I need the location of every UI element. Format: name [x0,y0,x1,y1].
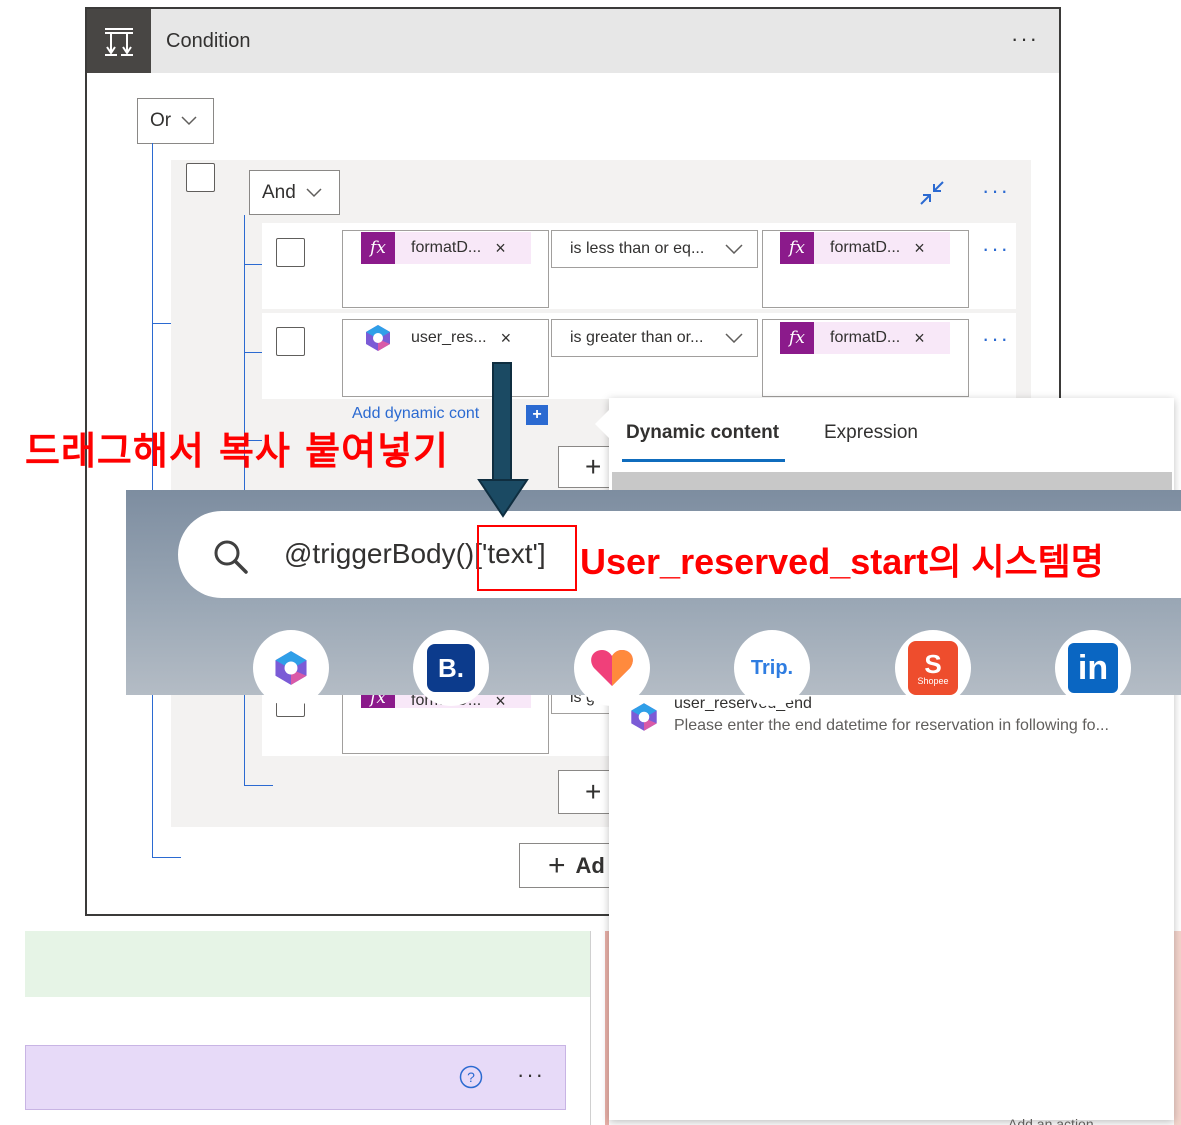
condition-title: Condition [166,30,251,52]
copilot-app-icon[interactable] [253,630,329,706]
heart-icon [591,650,633,686]
and-dropdown[interactable]: And [249,170,340,215]
operator-label: is less than or eq... [570,240,705,257]
row-menu[interactable]: ··· [982,238,1010,260]
remove-token-icon[interactable]: × [501,328,512,349]
down-arrow-icon [477,362,529,518]
token-label: formatD... [411,239,482,256]
operator-select[interactable]: is greater than or... [551,319,758,357]
dynamic-token[interactable]: user_res... × [361,322,531,354]
booking-app-icon[interactable]: B. [413,630,489,706]
panel-pointer [595,410,609,438]
remove-token-icon[interactable]: × [914,238,925,259]
add-action-link[interactable]: Add an action [1008,1113,1094,1125]
action-menu[interactable]: ··· [517,1064,545,1086]
help-icon[interactable]: ? [459,1065,483,1089]
tree-connector [152,857,181,858]
fx-icon: fx [780,232,814,264]
chevron-down-icon [725,333,743,343]
chevron-down-icon [181,116,197,126]
tab-expression[interactable]: Expression [824,422,918,444]
expression-token[interactable]: fx formatD... × [780,322,950,354]
svg-text:?: ? [467,1069,475,1085]
expression-token[interactable]: fx formatD... × [780,232,950,264]
add-button[interactable]: + Ad [519,843,619,888]
active-tab-indicator [622,459,785,462]
trip-app-label: Trip. [750,656,794,679]
or-label: Or [150,110,172,131]
group-checkbox[interactable] [186,163,215,192]
tree-connector [244,264,262,265]
action-card[interactable] [25,1045,566,1110]
token-label: formatD... [830,329,901,346]
operator-select[interactable]: is less than or eq... [551,230,758,268]
fx-icon: fx [780,322,814,354]
add-label: Ad [575,852,605,878]
row-checkbox[interactable] [276,327,305,356]
operator-label: is greater than or... [570,329,704,346]
search-icon [214,540,248,574]
copilot-icon [631,703,657,731]
row-checkbox[interactable] [276,238,305,267]
linkedin-app-label: in [1068,643,1118,693]
instruction-text: 드래그해서 복사 붙여넣기 [25,429,450,473]
token-label: user_res... [411,329,487,346]
condition-menu[interactable]: ··· [1011,28,1039,50]
shopee-app-icon[interactable]: S Shopee [895,630,971,706]
condition-icon [87,9,151,73]
chevron-down-icon [725,244,743,254]
remove-token-icon[interactable]: × [495,238,506,259]
annotation-text: User_reserved_start의 시스템명 [580,541,1104,582]
panel-search-area [612,472,1172,490]
collapse-icon[interactable] [918,179,946,207]
token-label: formatD... [830,239,901,256]
and-label: And [262,181,296,203]
booking-app-label: B. [427,644,475,692]
remove-token-icon[interactable]: × [914,328,925,349]
row-menu[interactable]: ··· [982,328,1010,350]
heart-app-icon[interactable] [574,630,650,706]
copilot-icon [366,325,390,351]
remove-token-icon[interactable]: × [495,692,506,708]
query-prefix: @triggerBody() [284,538,475,569]
add-row-plus: + [585,776,602,807]
highlight-box [477,525,577,591]
tab-dynamic-content[interactable]: Dynamic content [626,422,779,444]
tree-connector [152,323,171,324]
expression-token[interactable]: fx formatD... × [361,232,531,264]
linkedin-app-icon[interactable]: in [1055,630,1131,706]
group-menu[interactable]: ··· [982,180,1010,202]
add-row-plus: + [585,451,602,482]
tree-connector [244,785,273,786]
dynamic-item-description: Please enter the end datetime for reserv… [674,717,1109,734]
no-branch-edge [1174,931,1181,1125]
shopee-app-label: Shopee [917,675,949,686]
add-plus-icon: + [548,848,566,882]
or-dropdown[interactable]: Or [137,98,214,144]
copilot-icon [275,651,307,685]
tree-connector [244,352,262,353]
trip-app-icon[interactable]: Trip. [734,630,810,706]
shopee-bag: S Shopee [908,641,958,695]
chevron-down-icon [306,187,322,197]
fx-icon: fx [361,232,395,264]
